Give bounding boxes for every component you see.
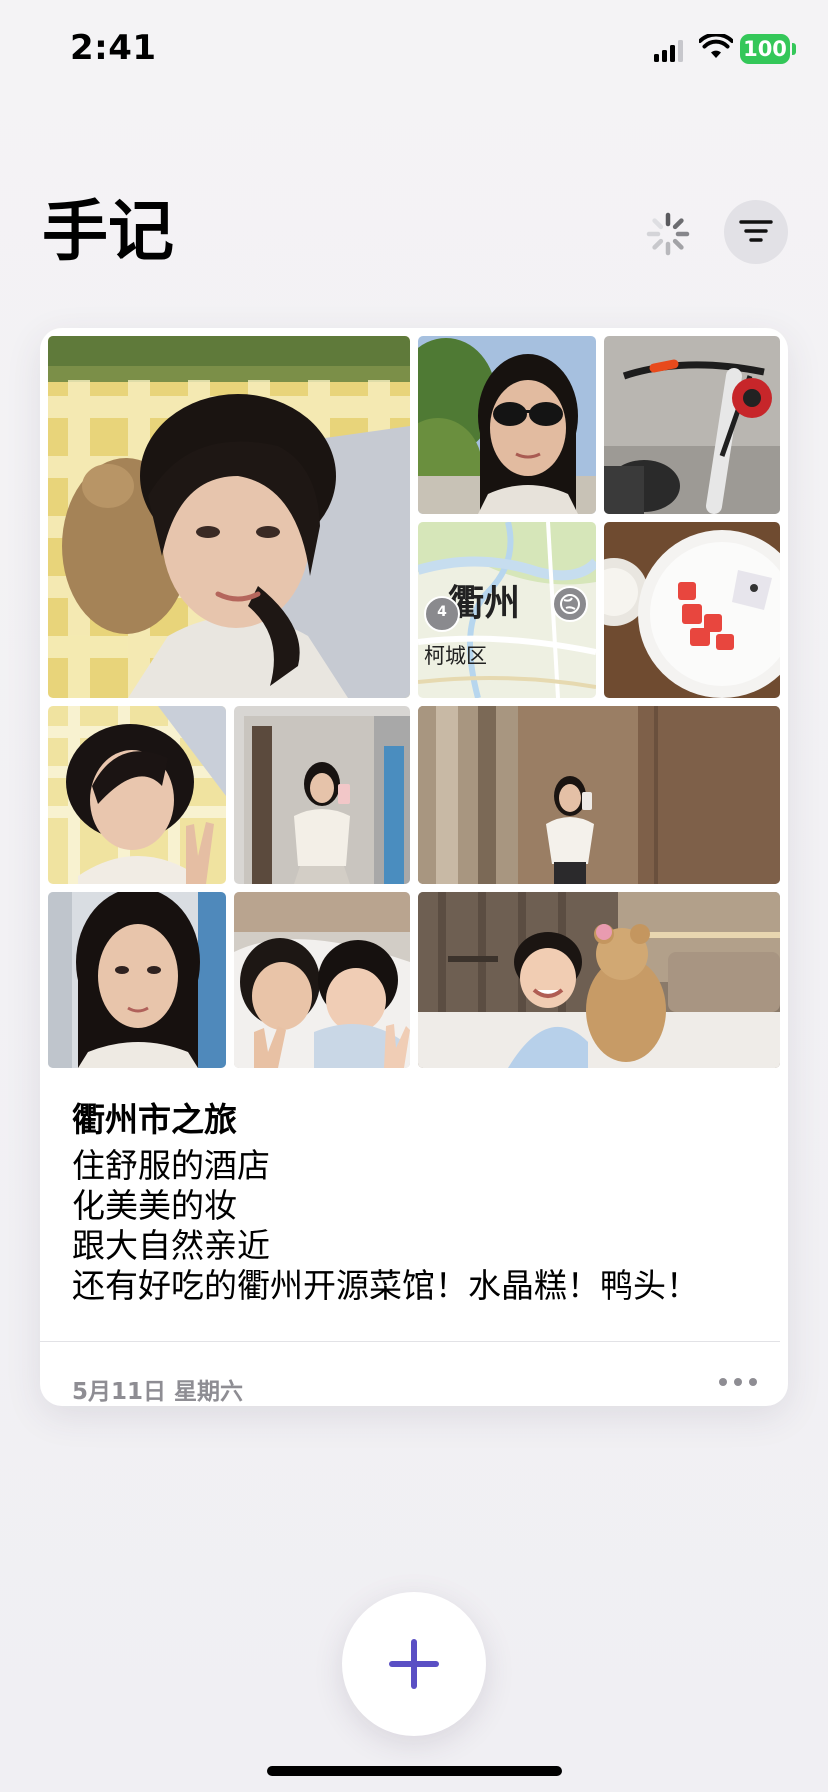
globe-icon xyxy=(552,586,588,622)
ellipsis-icon xyxy=(719,1378,757,1386)
status-time: 2:41 xyxy=(70,28,157,68)
photo-selfie-with-child[interactable] xyxy=(234,892,410,1068)
page-title: 手记 xyxy=(42,193,174,270)
battery-tip xyxy=(792,43,796,55)
entry-body-line: 住舒服的酒店 xyxy=(72,1146,270,1185)
signal-icon xyxy=(654,40,683,62)
photo-selfie-on-blanket[interactable] xyxy=(48,336,410,698)
filter-icon xyxy=(739,220,773,242)
loading-spinner-icon xyxy=(646,212,690,256)
photo-bicycle[interactable] xyxy=(604,336,780,514)
photo-sunglasses-selfie[interactable] xyxy=(418,336,596,514)
entry-date: 5月11日 星期六 xyxy=(72,1379,244,1405)
home-indicator[interactable] xyxy=(267,1766,562,1776)
entry-title: 衢州市之旅 xyxy=(72,1100,237,1139)
plus-icon xyxy=(389,1639,439,1689)
more-options-button[interactable] xyxy=(710,1362,766,1402)
map-cluster-count: 4 xyxy=(437,604,447,620)
photo-peace-sign-selfie[interactable] xyxy=(48,706,226,884)
photo-child-with-teddy-bear[interactable] xyxy=(418,892,780,1068)
map-district-label: 柯城区 xyxy=(424,644,487,668)
add-entry-button[interactable] xyxy=(342,1592,486,1736)
photo-hallway-mirror-selfie[interactable] xyxy=(418,706,780,884)
wifi-icon xyxy=(699,34,733,58)
photo-portrait-closeup[interactable] xyxy=(48,892,226,1068)
journal-entry-card[interactable]: 衢州 柯城区 4 衢州市之旅 住舒服的酒店 化美美的妆 跟大自然亲近 还有好吃的… xyxy=(40,328,788,1406)
entry-body-line: 化美美的妆 xyxy=(72,1186,237,1225)
entry-body: 住舒服的酒店 化美美的妆 跟大自然亲近 还有好吃的衢州开源菜馆！水晶糕！鸭头！ xyxy=(72,1146,699,1306)
status-bar: 2:41 100 xyxy=(0,0,828,100)
entry-body-line: 还有好吃的衢州开源菜馆！水晶糕！鸭头！ xyxy=(72,1266,699,1305)
entry-body-line: 跟大自然亲近 xyxy=(72,1226,270,1265)
photo-watermelon-plate[interactable] xyxy=(604,522,780,698)
battery-level: 100 xyxy=(743,37,787,61)
filter-button[interactable] xyxy=(724,200,788,264)
map-tile[interactable]: 衢州 柯城区 4 xyxy=(418,522,596,698)
card-divider xyxy=(40,1341,780,1342)
battery-icon: 100 xyxy=(740,34,790,64)
photo-mirror-selfie[interactable] xyxy=(234,706,410,884)
